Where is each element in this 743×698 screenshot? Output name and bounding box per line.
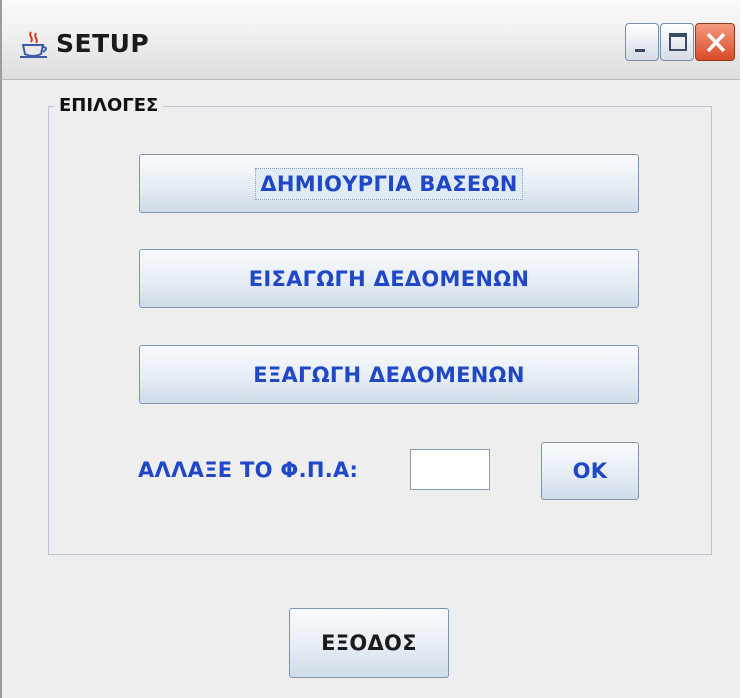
create-databases-label: ΔΗΜΙΟΥΡΓΙΑ ΒΑΣΕΩΝ [255,167,523,200]
setup-window: SETUP ΕΠΙΛΟΓΕΣ ΔΗΜΙΟΥΡΓΙΑ ΒΑΣΕΩΝ ΕΙΣΑΓΩΓ… [0,0,740,698]
maximize-button[interactable] [660,23,694,61]
maximize-icon [669,33,687,51]
export-data-button[interactable]: ΕΞΑΓΩΓΗ ΔΕΔΟΜΕΝΩΝ [139,345,639,404]
create-databases-button[interactable]: ΔΗΜΙΟΥΡΓΙΑ ΒΑΣΕΩΝ [139,154,639,213]
vat-ok-button[interactable]: OK [541,442,639,500]
import-data-label: ΕΙΣΑΓΩΓΗ ΔΕΔΟΜΕΝΩΝ [248,266,530,291]
close-icon [706,32,726,53]
vat-input[interactable] [410,449,490,490]
title-bar[interactable]: SETUP [2,0,740,80]
vat-label: ΑΛΛΑΞΕ ΤΟ Φ.Π.Α: [138,458,359,482]
close-button[interactable] [695,23,735,61]
minimize-button[interactable] [625,23,659,61]
exit-button[interactable]: ΕΞΟΔΟΣ [289,608,449,678]
export-data-label: ΕΞΑΓΩΓΗ ΔΕΔΟΜΕΝΩΝ [253,362,525,387]
import-data-button[interactable]: ΕΙΣΑΓΩΓΗ ΔΕΔΟΜΕΝΩΝ [139,249,639,308]
window-title: SETUP [56,29,150,58]
options-group-legend: ΕΠΙΛΟΓΕΣ [54,95,164,116]
java-cup-icon [18,30,50,60]
vat-ok-label: OK [572,459,608,483]
minimize-icon [635,49,645,52]
exit-label: ΕΞΟΔΟΣ [321,631,417,655]
